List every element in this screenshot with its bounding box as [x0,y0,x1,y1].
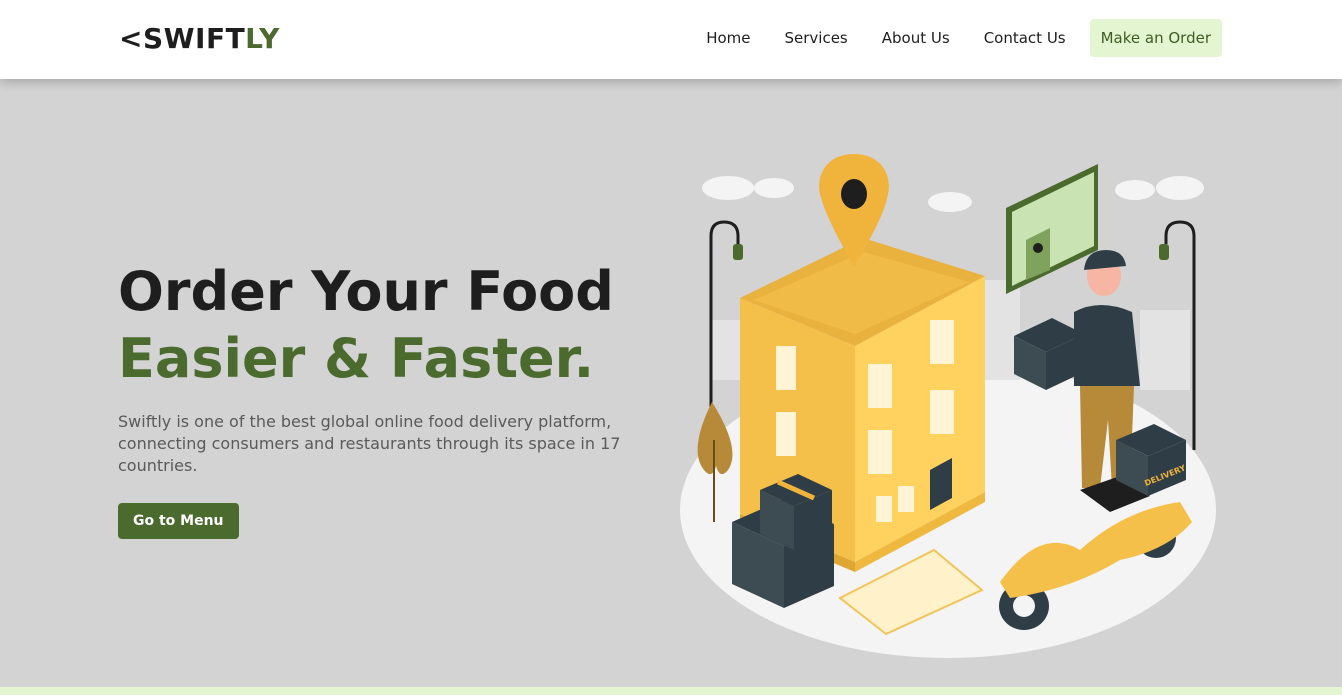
logo-prefix: < [119,22,143,55]
bottom-strip [0,687,1342,695]
hero-title-line2: Easier & Faster. [118,327,595,390]
street-lamp-left [709,220,743,410]
logo-main: SWIFT [142,22,246,55]
nav-contact-us[interactable]: Contact Us [984,29,1066,47]
make-an-order-button[interactable]: Make an Order [1089,19,1222,57]
nav-services[interactable]: Services [785,29,848,47]
map-screen [1006,164,1098,294]
hero-title-line1: Order Your Food [118,260,614,323]
clouds [702,176,1204,212]
hero-title: Order Your Food Easier & Faster. [118,258,614,392]
hero-description: Swiftly is one of the best global online… [118,412,621,475]
nav-home[interactable]: Home [706,29,750,47]
main-nav: Home Services About Us Contact Us Make a… [672,19,1222,57]
navbar: <SWIFTLY Home Services About Us Contact … [0,0,1342,79]
go-to-menu-button[interactable]: Go to Menu [118,503,239,539]
package-box-held [1014,318,1084,390]
nav-about-us[interactable]: About Us [882,29,950,47]
logo-accent: LY [245,22,280,55]
logo[interactable]: <SWIFTLY [119,22,280,55]
delivery-illustration: DELIVERY [680,154,1216,658]
